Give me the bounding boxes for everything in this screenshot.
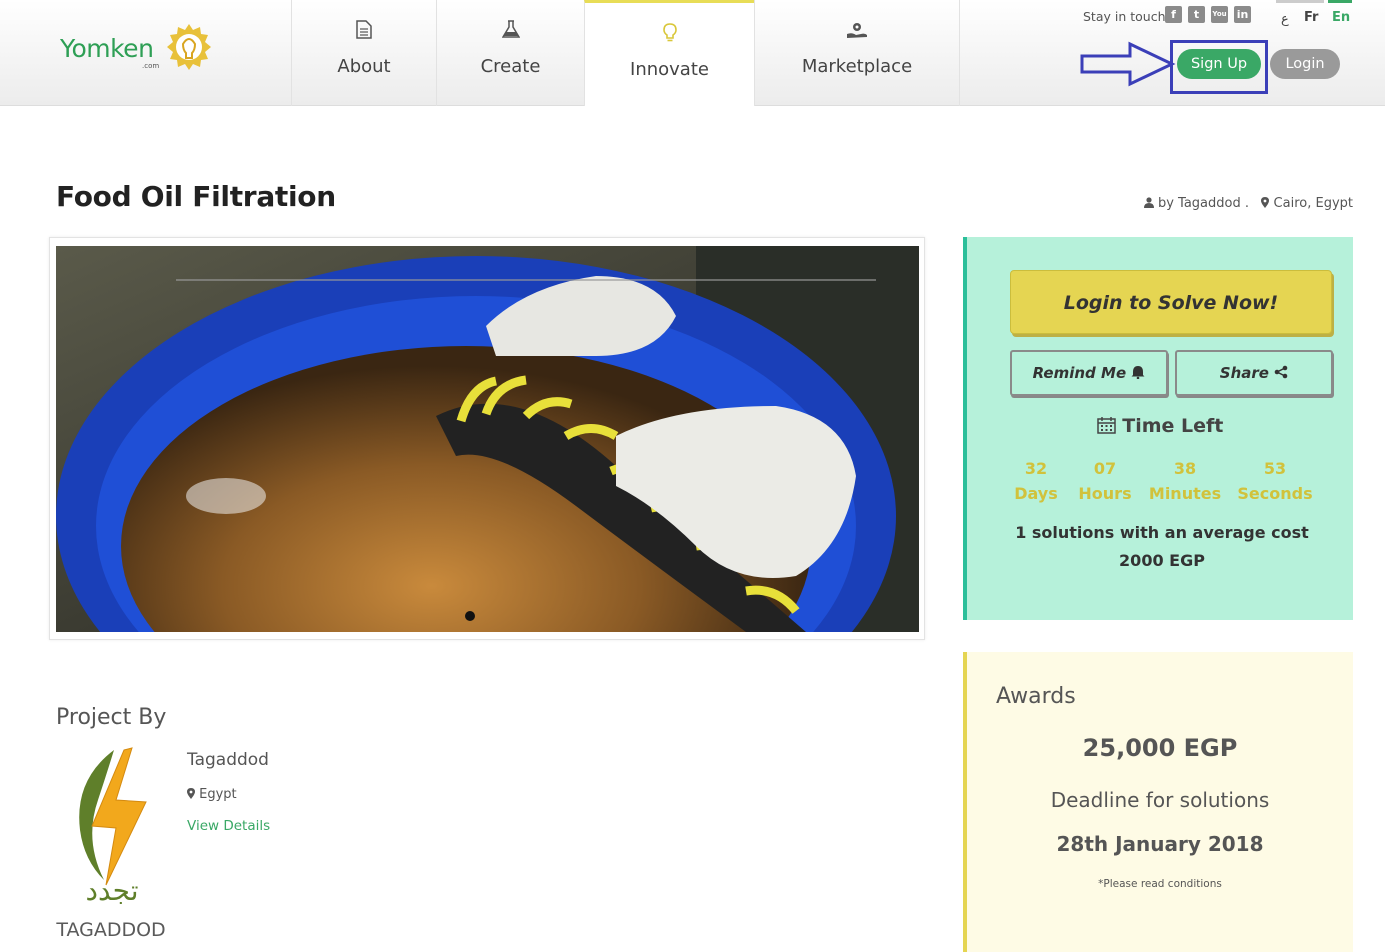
calendar-icon [1096,417,1116,434]
challenge-action-panel: Login to Solve Now! Remind Me Share Time… [963,237,1353,620]
nav-about-label: About [337,56,391,77]
stay-in-touch-label: Stay in touch [1083,9,1166,24]
share-label: Share [1219,364,1269,382]
bell-icon [1131,366,1145,380]
deadline-label: Deadline for solutions [1050,788,1270,812]
byline-author[interactable]: by Tagaddod . [1158,196,1249,211]
youtube-icon[interactable]: You [1211,6,1228,23]
tagaddod-logo: تجدد TAGADDOD [54,740,170,941]
share-icon [1274,365,1288,379]
map-marker-icon [1261,197,1270,208]
time-left-heading: Time Left [967,415,1353,437]
countdown-days-value: 32 [1024,459,1048,478]
awards-amount: 25,000 EGP [1082,734,1238,762]
logo-text: Yomken [60,34,154,63]
challenge-byline: by Tagaddod . Cairo, Egypt [1143,196,1353,211]
lang-bar-fr [1300,0,1324,3]
view-details-link[interactable]: View Details [187,818,270,834]
countdown-seconds-value: 53 [1263,459,1287,478]
nav-create-label: Create [480,56,541,77]
org-country-label: Egypt [199,787,237,802]
byline-location: Cairo, Egypt [1273,196,1353,211]
share-button[interactable]: Share [1175,350,1333,396]
lang-bar-ar [1276,0,1300,3]
awards-title: Awards [996,684,1076,709]
facebook-icon[interactable]: f [1165,6,1182,23]
nav-about[interactable]: About [291,0,436,106]
logo-wordmark: TAGADDOD [55,919,165,938]
countdown-days: 32 Days [1011,459,1061,503]
lightbulb-logo-icon [167,24,211,70]
twitter-icon[interactable]: t [1188,6,1205,23]
nav-marketplace-label: Marketplace [801,56,913,77]
challenge-photo [56,246,919,632]
countdown-minutes-value: 38 [1173,459,1197,478]
countdown-hours-value: 07 [1093,459,1117,478]
user-icon [1143,197,1154,208]
lang-french[interactable]: Fr [1304,10,1318,25]
challenge-image-slider[interactable] [49,237,925,640]
org-country: Egypt [187,787,237,802]
lang-english[interactable]: En [1332,10,1350,25]
org-name: Tagaddod [187,750,269,770]
yomken-logo[interactable]: Yomken .com [58,22,218,78]
awards-panel: Awards 25,000 EGP Deadline for solutions… [963,652,1353,952]
countdown-minutes: 38 Minutes [1148,459,1222,503]
hand-gear-icon [847,23,867,38]
lang-bar-en [1328,0,1352,3]
countdown-days-label: Days [1014,484,1058,503]
nav-innovate[interactable]: Innovate [584,0,754,106]
login-button[interactable]: Login [1270,49,1340,79]
map-marker-icon [187,788,195,799]
nav-marketplace[interactable]: Marketplace [754,0,960,106]
logo-sub: .com [142,62,160,70]
countdown-minutes-label: Minutes [1148,484,1222,503]
lang-arabic[interactable]: ع [1281,12,1289,27]
countdown-hours-label: Hours [1078,484,1132,503]
logo-arabic-text: تجدد [85,874,138,907]
lightbulb-icon [662,23,677,42]
conditions-note[interactable]: *Please read conditions [967,878,1353,890]
annotation-highlight-box [1170,40,1268,94]
countdown-seconds-label: Seconds [1237,484,1313,503]
time-left-label: Time Left [1122,415,1224,437]
login-to-solve-button[interactable]: Login to Solve Now! [1010,270,1332,334]
linkedin-icon[interactable]: in [1234,6,1251,23]
annotation-arrow [1080,41,1176,87]
deadline-date: 28th January 2018 [1056,832,1264,856]
flask-icon [501,20,520,38]
nav-innovate-label: Innovate [630,59,709,80]
slider-dot[interactable] [465,611,475,621]
document-icon [356,20,372,39]
page-title: Food Oil Filtration [56,180,336,213]
remind-me-label: Remind Me [1032,364,1127,382]
nav-create[interactable]: Create [436,0,584,106]
solutions-summary: 1 solutions with an average cost 2000 EG… [1015,523,1309,570]
countdown-seconds: 53 Seconds [1237,459,1313,503]
remind-me-button[interactable]: Remind Me [1010,350,1168,396]
project-by-heading: Project By [56,705,167,730]
site-header: Yomken .com About Create Innovate Market… [0,0,1385,106]
countdown-hours: 07 Hours [1077,459,1133,503]
